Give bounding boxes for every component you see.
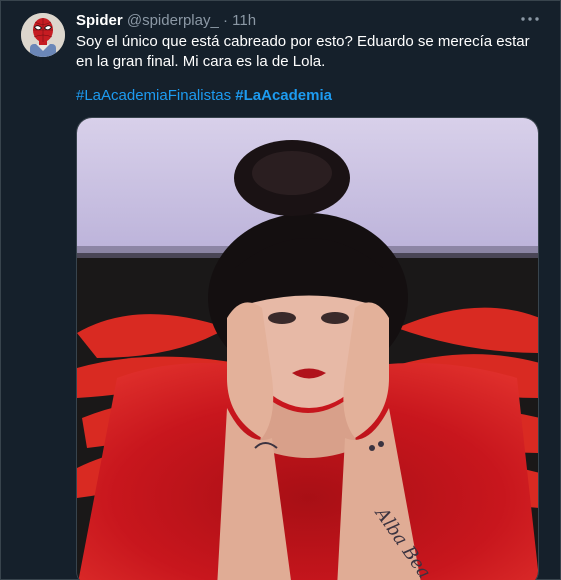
header-separator: · (218, 12, 233, 29)
photo-woman-red-dress: Alba Bea (77, 118, 538, 580)
hashtag-line: #LaAcademiaFinalistas #LaAcademia (76, 86, 332, 106)
display-name[interactable]: Spider (76, 12, 123, 29)
tweet-card[interactable]: Spider @spiderplay_ · 11h Soy el único q… (0, 0, 561, 580)
tweet-header: Spider @spiderplay_ · 11h (76, 12, 256, 30)
spiderman-avatar-icon (21, 13, 65, 57)
user-handle[interactable]: @spiderplay_ (127, 12, 219, 29)
user-avatar[interactable] (21, 13, 65, 57)
hashtag-link[interactable]: #LaAcademia (235, 87, 332, 104)
tweet-text: Soy el único que está cabreado por esto?… (76, 33, 530, 70)
more-dots-icon (521, 17, 539, 21)
tweet-media-image[interactable]: Alba Bea (76, 117, 539, 580)
more-options-button[interactable] (518, 9, 542, 29)
hashtag-link[interactable]: #LaAcademiaFinalistas (76, 87, 231, 104)
tweet-time[interactable]: 11h (232, 12, 256, 29)
